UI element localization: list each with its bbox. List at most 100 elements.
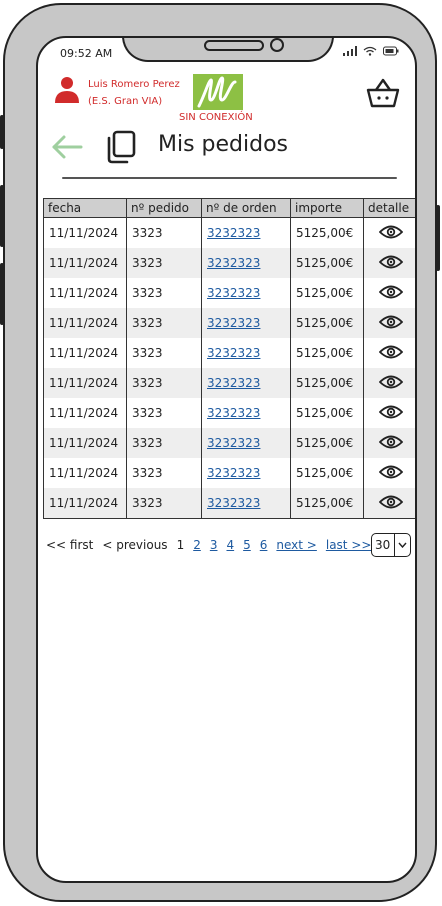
cell-detalle [363,488,415,519]
eye-icon[interactable] [378,344,404,363]
pager-previous[interactable]: < previous [102,538,167,552]
cell-fecha: 11/11/2024 [43,308,127,338]
orders-table: fecha nº pedido nº de orden importe deta… [43,198,415,519]
pager-current: 1 [176,538,185,552]
table-row: 11/11/2024 3323 3232323 5125,00€ [43,458,415,488]
phone-frame: 09:52 AM Luis Romero Perez (E.S. Gran VI… [0,3,440,902]
page-size-value: 30 [375,538,391,552]
pager-page-6[interactable]: 6 [260,538,268,552]
cell-pedido: 3323 [126,368,202,398]
cell-orden: 3232323 [201,217,291,248]
cell-fecha: 11/11/2024 [43,458,127,488]
order-link[interactable]: 3232323 [207,466,260,480]
order-link[interactable]: 3232323 [207,496,260,510]
cell-pedido: 3323 [126,428,202,458]
order-link[interactable]: 3232323 [207,286,260,300]
table-row: 11/11/2024 3323 3232323 5125,00€ [43,428,415,458]
wifi-icon [363,46,377,56]
copy-icon [107,130,136,164]
order-link[interactable]: 3232323 [207,346,260,360]
brand-logo [193,74,243,110]
speaker [204,40,264,51]
cell-orden: 3232323 [201,458,291,488]
eye-icon[interactable] [378,374,404,393]
order-link[interactable]: 3232323 [207,406,260,420]
user-station: (E.S. Gran VIA) [88,96,163,107]
eye-icon[interactable] [378,494,404,513]
cell-pedido: 3323 [126,308,202,338]
cell-pedido: 3323 [126,248,202,278]
eye-icon[interactable] [378,434,404,453]
cell-fecha: 11/11/2024 [43,278,127,308]
cell-orden: 3232323 [201,248,291,278]
eye-icon[interactable] [378,224,404,243]
pager-first[interactable]: << first [46,538,93,552]
status-time: 09:52 AM [60,47,113,60]
cell-detalle [363,308,415,338]
eye-icon[interactable] [378,314,404,333]
cell-fecha: 11/11/2024 [43,398,127,428]
user-info: Luis Romero Perez (E.S. Gran VIA) [54,76,180,110]
eye-icon[interactable] [378,284,404,303]
side-button-volume-up [0,185,4,247]
page-size-select[interactable]: 30 [371,533,411,557]
order-link[interactable]: 3232323 [207,376,260,390]
cell-orden: 3232323 [201,278,291,308]
title-divider [62,177,397,179]
side-button-power [436,205,440,271]
cell-orden: 3232323 [201,368,291,398]
camera [270,38,284,52]
cell-fecha: 11/11/2024 [43,217,127,248]
cell-detalle [363,368,415,398]
status-icons [343,46,399,56]
table-row: 11/11/2024 3323 3232323 5125,00€ [43,398,415,428]
cell-fecha: 11/11/2024 [43,338,127,368]
page-title: Mis pedidos [158,132,289,157]
cell-detalle [363,248,415,278]
cart-button[interactable] [366,78,400,112]
pager-page-2[interactable]: 2 [193,538,201,552]
back-arrow-icon[interactable] [50,134,84,160]
cell-detalle [363,278,415,308]
battery-icon [383,46,399,56]
cell-importe: 5125,00€ [290,368,364,398]
order-link[interactable]: 3232323 [207,436,260,450]
cell-detalle [363,398,415,428]
cell-pedido: 3323 [126,458,202,488]
title-row: Mis pedidos [50,130,405,180]
cell-pedido: 3323 [126,338,202,368]
cell-detalle [363,338,415,368]
page-size-dropdown[interactable] [393,534,410,556]
pager-next[interactable]: next > [276,538,316,552]
table-row: 11/11/2024 3323 3232323 5125,00€ [43,338,415,368]
cell-importe: 5125,00€ [290,338,364,368]
cell-pedido: 3323 [126,488,202,519]
cell-orden: 3232323 [201,488,291,519]
pager-page-5[interactable]: 5 [243,538,251,552]
column-header-importe: importe [290,198,364,218]
cell-orden: 3232323 [201,308,291,338]
cell-fecha: 11/11/2024 [43,248,127,278]
order-link[interactable]: 3232323 [207,256,260,270]
screen: 09:52 AM Luis Romero Perez (E.S. Gran VI… [36,36,417,883]
cell-pedido: 3323 [126,217,202,248]
cell-orden: 3232323 [201,338,291,368]
basket-icon [366,78,400,108]
order-link[interactable]: 3232323 [207,316,260,330]
column-header-pedido: nº pedido [126,198,202,218]
pager-page-3[interactable]: 3 [210,538,218,552]
pager-page-4[interactable]: 4 [226,538,234,552]
pager-last[interactable]: last >> [326,538,372,552]
table-row: 11/11/2024 3323 3232323 5125,00€ [43,368,415,398]
cell-importe: 5125,00€ [290,308,364,338]
cell-importe: 5125,00€ [290,458,364,488]
cell-importe: 5125,00€ [290,428,364,458]
eye-icon[interactable] [378,254,404,273]
notch [122,38,334,62]
order-link[interactable]: 3232323 [207,226,260,240]
cell-importe: 5125,00€ [290,248,364,278]
eye-icon[interactable] [378,464,404,483]
eye-icon[interactable] [378,404,404,423]
cell-detalle [363,217,415,248]
cell-pedido: 3323 [126,398,202,428]
